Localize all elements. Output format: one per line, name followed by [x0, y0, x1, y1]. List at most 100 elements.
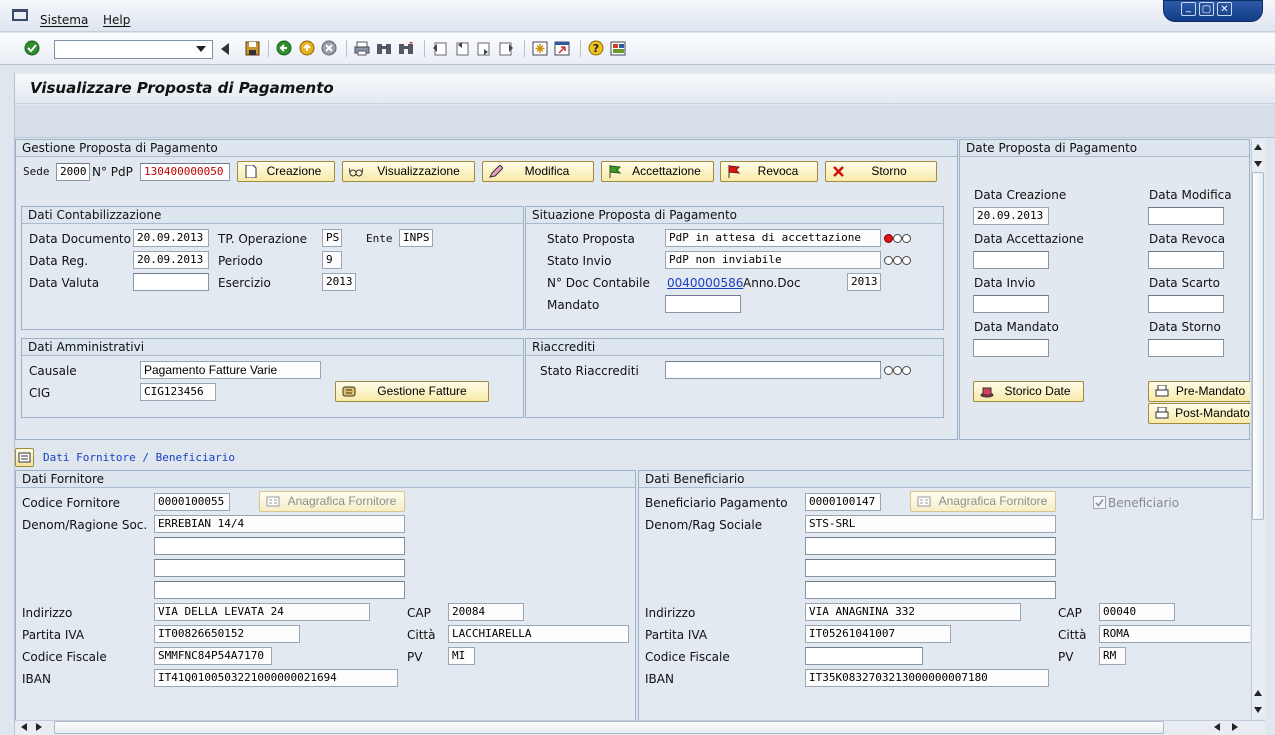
- vertical-scroll-thumb[interactable]: [1252, 172, 1264, 520]
- next-page-icon[interactable]: [476, 40, 492, 56]
- anagrafica-fornitore-button[interactable]: Anagrafica Fornitore: [259, 491, 405, 512]
- menu-sistema[interactable]: Sistema: [40, 13, 88, 27]
- stato-proposta-field[interactable]: PdP in attesa di accettazione: [665, 229, 881, 247]
- horizontal-scroll-thumb[interactable]: [54, 721, 1164, 734]
- beneficiario-anagrafica-button[interactable]: Anagrafica Fornitore: [910, 491, 1056, 512]
- stato-riaccrediti-field[interactable]: [665, 361, 881, 379]
- nav-back-icon[interactable]: [276, 40, 292, 56]
- beneficiario-denom-line-2[interactable]: [805, 537, 1056, 555]
- scroll-right-small-icon[interactable]: [36, 723, 42, 731]
- help-icon[interactable]: ?: [588, 40, 604, 56]
- mandato-field[interactable]: [665, 295, 741, 313]
- pv-field[interactable]: MI: [448, 647, 475, 665]
- data-valuta-field[interactable]: [133, 273, 209, 291]
- shortcut-icon[interactable]: [554, 40, 570, 56]
- storico-date-button[interactable]: Storico Date: [973, 381, 1084, 402]
- post-mandato-button[interactable]: Post-Mandato: [1148, 403, 1250, 424]
- storno-button[interactable]: Storno: [825, 161, 937, 182]
- doc-contabile-link[interactable]: 0040000586: [667, 276, 743, 290]
- denom-line-3[interactable]: [154, 559, 405, 577]
- scroll-down-small-icon[interactable]: [1254, 161, 1262, 167]
- periodo-field[interactable]: 9: [322, 251, 342, 269]
- pdp-number-field[interactable]: 130400000050: [140, 163, 230, 181]
- data-creazione-field[interactable]: 20.09.2013: [973, 207, 1049, 225]
- data-storno-field[interactable]: [1148, 339, 1224, 357]
- scroll-left-small-icon[interactable]: [21, 723, 27, 731]
- scroll-up-bottom-icon[interactable]: [1254, 690, 1262, 696]
- stato-invio-field[interactable]: PdP non inviabile: [665, 251, 881, 269]
- cap-field[interactable]: 20084: [448, 603, 524, 621]
- close-button[interactable]: ✕: [1217, 2, 1232, 16]
- partita-iva-field[interactable]: IT00826650152: [154, 625, 300, 643]
- scroll-right-icon[interactable]: [1232, 723, 1238, 731]
- minimize-button[interactable]: _: [1181, 2, 1196, 16]
- check-icon[interactable]: [24, 40, 40, 56]
- accettazione-button[interactable]: Accettazione: [601, 161, 714, 182]
- find-icon[interactable]: [376, 40, 392, 56]
- command-field[interactable]: [54, 40, 213, 59]
- sede-field[interactable]: 2000: [56, 163, 90, 181]
- indirizzo-field[interactable]: VIA DELLA LEVATA 24: [154, 603, 370, 621]
- beneficiario-checkbox[interactable]: [1093, 496, 1106, 509]
- restore-button[interactable]: ▢: [1199, 2, 1214, 16]
- beneficiario-codice-field[interactable]: 0000100147: [805, 493, 881, 511]
- system-menu-icon[interactable]: [12, 9, 28, 21]
- last-page-icon[interactable]: [498, 40, 514, 56]
- causale-field[interactable]: Pagamento Fatture Varie: [140, 361, 321, 379]
- data-scarto-field[interactable]: [1148, 295, 1224, 313]
- scroll-up-icon[interactable]: [1254, 144, 1262, 150]
- scroll-down-icon[interactable]: [1254, 707, 1262, 713]
- beneficiario-iban-field[interactable]: IT35K0832703213000000007180: [805, 669, 1049, 687]
- cig-field[interactable]: CIG123456: [140, 383, 216, 401]
- cancel-icon[interactable]: [321, 40, 337, 56]
- beneficiario-denom-line-4[interactable]: [805, 581, 1056, 599]
- data-invio-field[interactable]: [973, 295, 1049, 313]
- codice-fornitore-field[interactable]: 0000100055: [154, 493, 230, 511]
- tp-operazione-field[interactable]: PS: [322, 229, 342, 247]
- menu-help[interactable]: Help: [103, 13, 130, 27]
- print-icon[interactable]: [354, 40, 370, 56]
- pre-mandato-button[interactable]: Pre-Mandato: [1148, 381, 1250, 402]
- prev-page-icon[interactable]: [454, 40, 470, 56]
- gestione-fatture-button[interactable]: Gestione Fatture: [335, 381, 489, 402]
- esercizio-field[interactable]: 2013: [322, 273, 356, 291]
- command-dropdown-icon[interactable]: [196, 46, 206, 52]
- denom-line-1[interactable]: ERREBIAN 14/4: [154, 515, 405, 533]
- anno-doc-field[interactable]: 2013: [847, 273, 881, 291]
- beneficiario-indirizzo-field[interactable]: VIA ANAGNINA 332: [805, 603, 1021, 621]
- first-page-icon[interactable]: [432, 40, 448, 56]
- exit-icon[interactable]: [299, 40, 315, 56]
- modifica-button[interactable]: Modifica: [482, 161, 594, 182]
- beneficiario-cap-field[interactable]: 00040: [1099, 603, 1175, 621]
- new-session-icon[interactable]: [532, 40, 548, 56]
- denom-line-4[interactable]: [154, 581, 405, 599]
- citta-field[interactable]: LACCHIARELLA: [448, 625, 629, 643]
- scroll-left-icon[interactable]: [1214, 723, 1220, 731]
- partita-iva-label: Partita IVA: [22, 628, 85, 642]
- beneficiario-citta-field[interactable]: ROMA: [1099, 625, 1250, 643]
- data-mandato-field[interactable]: [973, 339, 1049, 357]
- data-accettazione-field[interactable]: [973, 251, 1049, 269]
- data-modifica-field[interactable]: [1148, 207, 1224, 225]
- fornitore-toggle-icon[interactable]: [15, 448, 34, 467]
- data-reg-field[interactable]: 20.09.2013: [133, 251, 209, 269]
- customize-icon[interactable]: [610, 40, 626, 56]
- creazione-button[interactable]: Creazione: [237, 161, 335, 182]
- find-next-icon[interactable]: [398, 40, 414, 56]
- ente-field[interactable]: INPS: [399, 229, 433, 247]
- back-icon[interactable]: [221, 43, 229, 55]
- visualizzazione-button[interactable]: Visualizzazione: [342, 161, 475, 182]
- beneficiario-piva-field[interactable]: IT05261041007: [805, 625, 951, 643]
- history-hat-icon: [980, 387, 994, 398]
- beneficiario-denom-line-3[interactable]: [805, 559, 1056, 577]
- save-icon[interactable]: [244, 40, 260, 56]
- beneficiario-denom-line-1[interactable]: STS-SRL: [805, 515, 1056, 533]
- data-revoca-field[interactable]: [1148, 251, 1224, 269]
- beneficiario-cf-field[interactable]: [805, 647, 923, 665]
- revoca-button[interactable]: Revoca: [720, 161, 818, 182]
- data-documento-field[interactable]: 20.09.2013: [133, 229, 209, 247]
- denom-line-2[interactable]: [154, 537, 405, 555]
- iban-field[interactable]: IT41Q0100503221000000021694: [154, 669, 398, 687]
- beneficiario-pv-field[interactable]: RM: [1099, 647, 1126, 665]
- codice-fiscale-field[interactable]: SMMFNC84P54A7170: [154, 647, 272, 665]
